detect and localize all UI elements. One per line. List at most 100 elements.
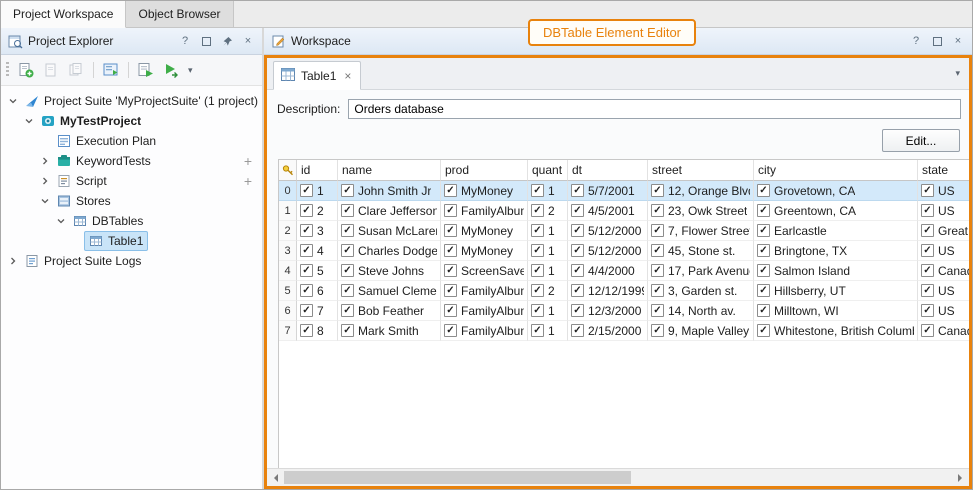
cell-checkbox[interactable]: ✓ bbox=[571, 184, 584, 197]
horizontal-scrollbar[interactable] bbox=[267, 468, 969, 486]
cell-checkbox[interactable]: ✓ bbox=[341, 324, 354, 337]
cell-checkbox[interactable]: ✓ bbox=[651, 224, 664, 237]
cell-name[interactable]: ✓Susan McLaren bbox=[338, 221, 441, 241]
cell-dt[interactable]: ✓5/12/2000 bbox=[568, 221, 648, 241]
cell-checkbox[interactable]: ✓ bbox=[571, 224, 584, 237]
cell-checkbox[interactable]: ✓ bbox=[921, 264, 934, 277]
cell-checkbox[interactable]: ✓ bbox=[300, 204, 313, 217]
cell-checkbox[interactable]: ✓ bbox=[341, 264, 354, 277]
new-file-button[interactable] bbox=[40, 59, 62, 81]
cell-checkbox[interactable]: ✓ bbox=[300, 324, 313, 337]
cell-checkbox[interactable]: ✓ bbox=[757, 184, 770, 197]
cell-city[interactable]: ✓Milltown, WI bbox=[754, 301, 918, 321]
tab-object-browser[interactable]: Object Browser bbox=[126, 1, 233, 27]
cell-street[interactable]: ✓12, Orange Blvd bbox=[648, 181, 754, 201]
cell-checkbox[interactable]: ✓ bbox=[651, 204, 664, 217]
cell-checkbox[interactable]: ✓ bbox=[651, 304, 664, 317]
add-item-plus-button[interactable]: + bbox=[244, 174, 252, 188]
cell-checkbox[interactable]: ✓ bbox=[341, 224, 354, 237]
cell-id[interactable]: ✓7 bbox=[297, 301, 338, 321]
scrollbar-thumb[interactable] bbox=[284, 471, 631, 484]
cell-name[interactable]: ✓John Smith Jr bbox=[338, 181, 441, 201]
scrollbar-track[interactable] bbox=[284, 469, 952, 486]
cell-checkbox[interactable]: ✓ bbox=[571, 204, 584, 217]
cell-checkbox[interactable]: ✓ bbox=[921, 204, 934, 217]
cell-checkbox[interactable]: ✓ bbox=[444, 324, 457, 337]
cell-checkbox[interactable]: ✓ bbox=[531, 284, 544, 297]
cell-street[interactable]: ✓23, Owk Street bbox=[648, 201, 754, 221]
cell-checkbox[interactable]: ✓ bbox=[444, 284, 457, 297]
cell-checkbox[interactable]: ✓ bbox=[300, 244, 313, 257]
tree-item-stores[interactable]: Stores bbox=[1, 191, 262, 211]
add-item-button[interactable] bbox=[15, 59, 37, 81]
cell-checkbox[interactable]: ✓ bbox=[757, 304, 770, 317]
cell-dt[interactable]: ✓4/4/2000 bbox=[568, 261, 648, 281]
copy-item-button[interactable] bbox=[65, 59, 87, 81]
cell-street[interactable]: ✓45, Stone st. bbox=[648, 241, 754, 261]
cell-checkbox[interactable]: ✓ bbox=[571, 244, 584, 257]
cell-checkbox[interactable]: ✓ bbox=[757, 284, 770, 297]
cell-id[interactable]: ✓8 bbox=[297, 321, 338, 341]
cell-city[interactable]: ✓Hillsberry, UT bbox=[754, 281, 918, 301]
cell-name[interactable]: ✓Clare Jefferson bbox=[338, 201, 441, 221]
execution-plan-button[interactable] bbox=[100, 59, 122, 81]
cell-quant[interactable]: ✓2 bbox=[528, 281, 568, 301]
cell-checkbox[interactable]: ✓ bbox=[921, 284, 934, 297]
tree-item-mytestproject[interactable]: MyTestProject bbox=[1, 111, 262, 131]
cell-name[interactable]: ✓Steve Johns bbox=[338, 261, 441, 281]
table-row[interactable]: 5✓6✓Samuel Clemens✓FamilyAlbum✓2✓12/12/1… bbox=[279, 281, 969, 301]
cell-checkbox[interactable]: ✓ bbox=[300, 224, 313, 237]
tree-item-execution-plan[interactable]: Execution Plan bbox=[1, 131, 262, 151]
table-row[interactable]: 4✓5✓Steve Johns✓ScreenSaver✓1✓4/4/2000✓1… bbox=[279, 261, 969, 281]
cell-checkbox[interactable]: ✓ bbox=[341, 184, 354, 197]
cell-quant[interactable]: ✓1 bbox=[528, 321, 568, 341]
cell-checkbox[interactable]: ✓ bbox=[341, 304, 354, 317]
collapse-arrow-icon[interactable] bbox=[37, 196, 52, 206]
cell-checkbox[interactable]: ✓ bbox=[444, 304, 457, 317]
cell-id[interactable]: ✓5 bbox=[297, 261, 338, 281]
table-row[interactable]: 1✓2✓Clare Jefferson✓FamilyAlbum✓2✓4/5/20… bbox=[279, 201, 969, 221]
table-row[interactable]: 0✓1✓John Smith Jr✓MyMoney✓1✓5/7/2001✓12,… bbox=[279, 181, 969, 201]
cell-id[interactable]: ✓2 bbox=[297, 201, 338, 221]
cell-quant[interactable]: ✓2 bbox=[528, 201, 568, 221]
tab-close-icon[interactable]: × bbox=[344, 70, 351, 82]
expand-arrow-icon[interactable] bbox=[37, 156, 52, 166]
cell-checkbox[interactable]: ✓ bbox=[571, 304, 584, 317]
doc-tab-table1[interactable]: Table1 × bbox=[273, 61, 361, 90]
tab-list-dropdown-arrow[interactable]: ▾ bbox=[955, 68, 960, 79]
cell-checkbox[interactable]: ✓ bbox=[757, 224, 770, 237]
cell-checkbox[interactable]: ✓ bbox=[531, 324, 544, 337]
cell-prod[interactable]: ✓ScreenSaver bbox=[441, 261, 528, 281]
cell-checkbox[interactable]: ✓ bbox=[341, 204, 354, 217]
help-icon[interactable]: ? bbox=[177, 33, 193, 49]
cell-dt[interactable]: ✓5/12/2000 bbox=[568, 241, 648, 261]
cell-street[interactable]: ✓3, Garden st. bbox=[648, 281, 754, 301]
cell-street[interactable]: ✓9, Maple Valley bbox=[648, 321, 754, 341]
column-header-dt[interactable]: dt bbox=[568, 160, 648, 181]
cell-checkbox[interactable]: ✓ bbox=[651, 284, 664, 297]
help-icon[interactable]: ? bbox=[908, 33, 924, 49]
tree-item-project-suite-logs[interactable]: Project Suite Logs bbox=[1, 251, 262, 271]
collapse-arrow-icon[interactable] bbox=[21, 116, 36, 126]
cell-prod[interactable]: ✓FamilyAlbum bbox=[441, 301, 528, 321]
cell-checkbox[interactable]: ✓ bbox=[921, 224, 934, 237]
cell-checkbox[interactable]: ✓ bbox=[444, 244, 457, 257]
cell-id[interactable]: ✓3 bbox=[297, 221, 338, 241]
table-row[interactable]: 6✓7✓Bob Feather✓FamilyAlbum✓1✓12/3/2000✓… bbox=[279, 301, 969, 321]
tree-item-project-suite-myprojectsuite-1-project[interactable]: Project Suite 'MyProjectSuite' (1 projec… bbox=[1, 91, 262, 111]
cell-checkbox[interactable]: ✓ bbox=[531, 204, 544, 217]
cell-city[interactable]: ✓Greentown, CA bbox=[754, 201, 918, 221]
cell-state[interactable]: ✓US bbox=[918, 201, 969, 221]
collapse-arrow-icon[interactable] bbox=[5, 96, 20, 106]
cell-state[interactable]: ✓Great Britain bbox=[918, 221, 969, 241]
cell-checkbox[interactable]: ✓ bbox=[571, 264, 584, 277]
cell-name[interactable]: ✓Bob Feather bbox=[338, 301, 441, 321]
cell-checkbox[interactable]: ✓ bbox=[921, 304, 934, 317]
cell-checkbox[interactable]: ✓ bbox=[571, 284, 584, 297]
cell-state[interactable]: ✓Canada bbox=[918, 261, 969, 281]
cell-city[interactable]: ✓Salmon Island bbox=[754, 261, 918, 281]
cell-street[interactable]: ✓14, North av. bbox=[648, 301, 754, 321]
cell-checkbox[interactable]: ✓ bbox=[444, 224, 457, 237]
cell-dt[interactable]: ✓5/7/2001 bbox=[568, 181, 648, 201]
cell-street[interactable]: ✓17, Park Avenue bbox=[648, 261, 754, 281]
